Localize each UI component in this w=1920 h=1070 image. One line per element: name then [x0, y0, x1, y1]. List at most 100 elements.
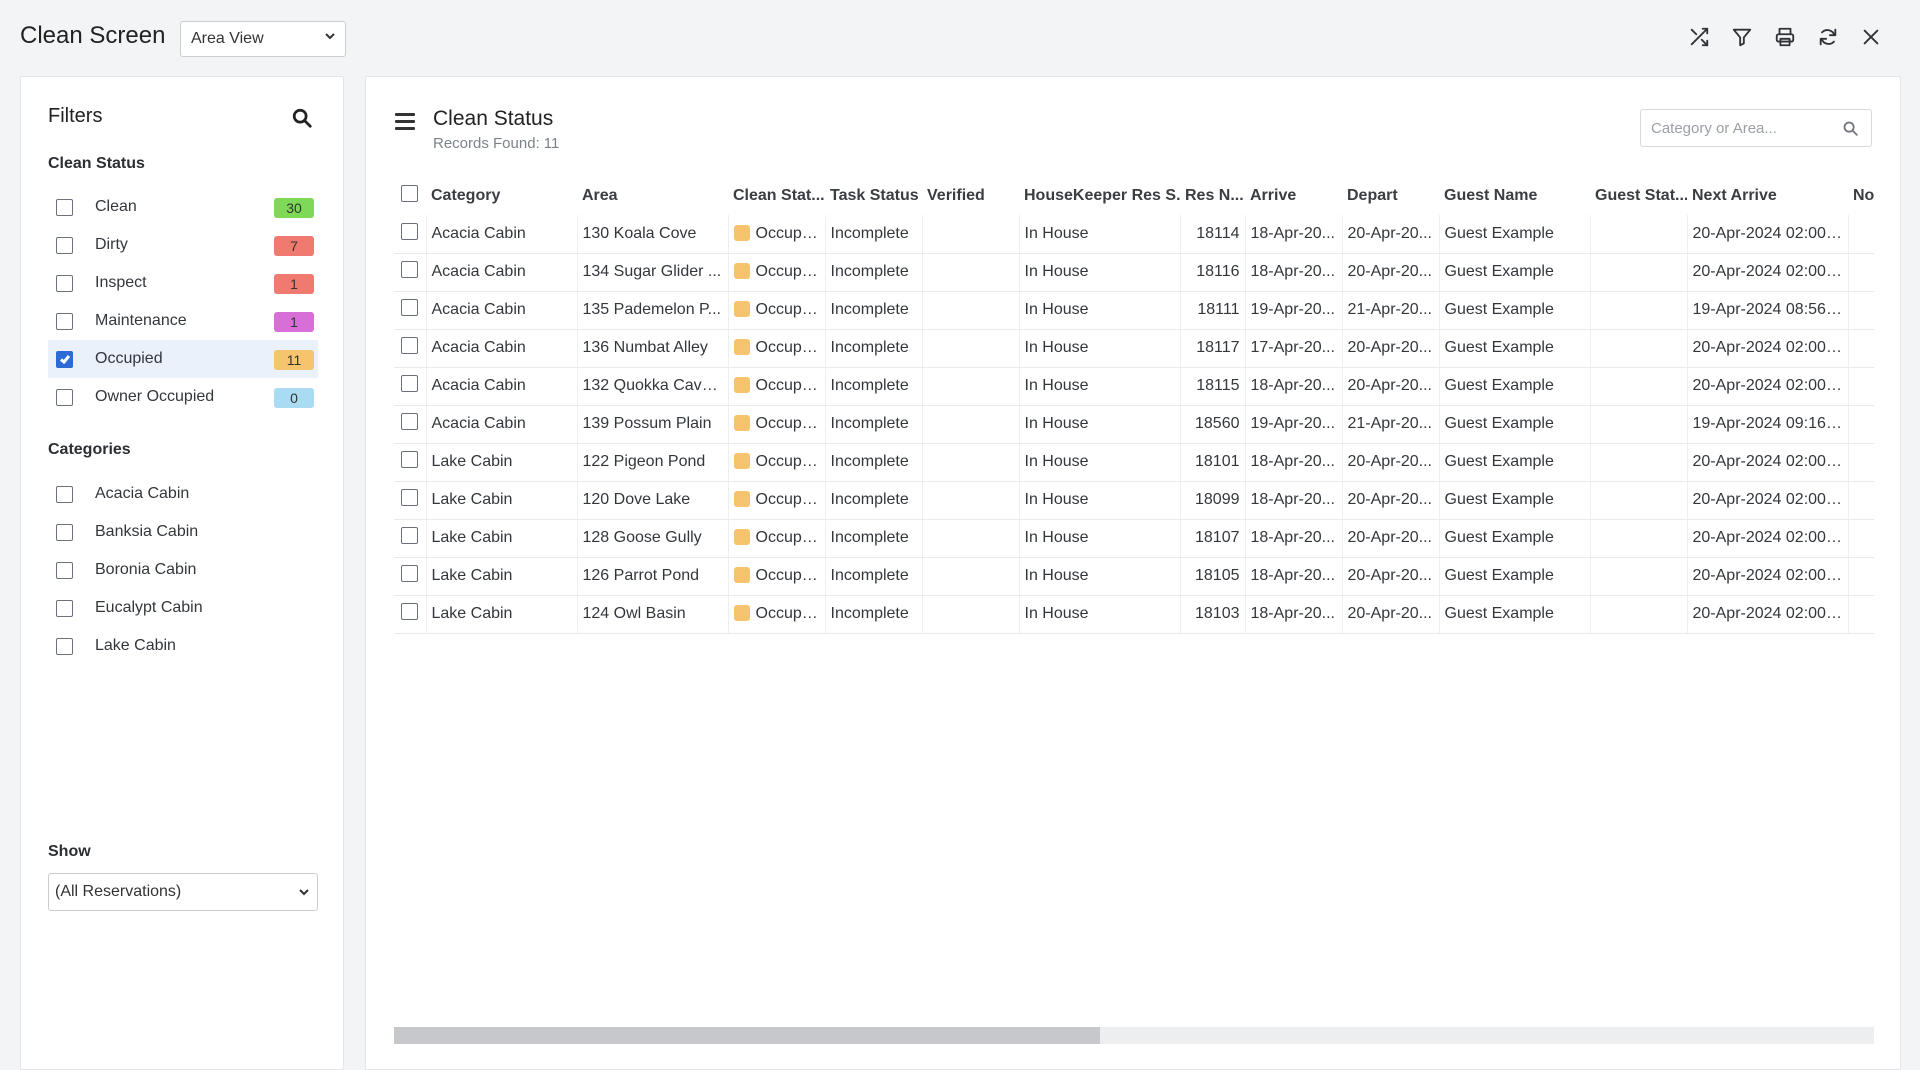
table-row[interactable]: Lake Cabin 128 Goose Gully Occupied Incompl… [394, 519, 1874, 558]
row-checkbox[interactable] [401, 337, 418, 354]
clean-status-item[interactable]: Occupied 11 [48, 340, 318, 378]
cell-arrive: 18-Apr-20... [1244, 367, 1342, 406]
checkbox[interactable] [56, 561, 73, 579]
checkbox[interactable] [56, 312, 73, 330]
cell-no [1847, 329, 1874, 368]
row-checkbox[interactable] [401, 222, 418, 240]
table-row[interactable]: Acacia Cabin 135 Pademelon P... Occupied In… [394, 291, 1874, 330]
table-row[interactable]: Lake Cabin 124 Owl Basin Occupied Incomplet… [394, 595, 1874, 634]
table-row[interactable]: Lake Cabin 120 Dove Lake Occupied Incomplet… [394, 481, 1874, 520]
checkbox[interactable] [56, 198, 73, 216]
row-checkbox[interactable] [401, 375, 418, 392]
cell-guest-status [1589, 291, 1687, 330]
filter-button[interactable] [1729, 22, 1755, 52]
row-checkbox[interactable] [401, 261, 418, 278]
row-select-cell [394, 557, 426, 596]
shuffle-button[interactable] [1686, 22, 1712, 52]
print-button[interactable] [1772, 22, 1798, 52]
row-checkbox[interactable] [401, 527, 418, 544]
checkbox[interactable] [56, 236, 73, 254]
row-checkbox[interactable] [401, 451, 418, 468]
clean-status-item[interactable]: Dirty 7 [48, 226, 318, 264]
category-label: Acacia Cabin [95, 485, 190, 502]
cell-clean-status: Occupied [727, 405, 825, 444]
cell-res-no: 18116 [1179, 253, 1245, 292]
category-item[interactable]: Lake Cabin [48, 627, 318, 665]
clean-status-label: Occupied [95, 350, 163, 367]
close-button[interactable] [1858, 22, 1884, 52]
select-all-checkbox[interactable] [401, 185, 418, 202]
column-header[interactable]: Verified [922, 177, 1019, 215]
column-header[interactable]: No [1848, 177, 1874, 215]
column-header[interactable]: Next Arrive [1687, 177, 1848, 215]
scrollbar-thumb[interactable] [394, 1027, 1100, 1044]
view-select[interactable]: Area View [180, 21, 346, 57]
row-checkbox[interactable] [401, 413, 418, 430]
cell-arrive: 19-Apr-20... [1244, 405, 1342, 444]
checkbox[interactable] [56, 485, 73, 503]
table-row[interactable]: Acacia Cabin 136 Numbat Alley Occupied Inco… [394, 329, 1874, 368]
horizontal-scrollbar[interactable] [394, 1027, 1874, 1044]
category-label: Boronia Cabin [95, 561, 197, 578]
table-row[interactable]: Acacia Cabin 132 Quokka Cavern Occupied Inc… [394, 367, 1874, 406]
main-panel: Clean Status Records Found:11 Category A… [365, 76, 1901, 1070]
column-header[interactable]: Guest Stat... [1590, 177, 1687, 215]
refresh-button[interactable] [1815, 22, 1841, 52]
filter-icon [1732, 28, 1752, 47]
cell-hk-res-status: In House [1018, 291, 1180, 330]
checkbox[interactable] [56, 350, 73, 368]
cell-verified [921, 329, 1019, 368]
checkbox[interactable] [56, 274, 73, 292]
column-header[interactable]: Arrive [1245, 177, 1342, 215]
cell-verified [921, 481, 1019, 520]
category-item[interactable]: Banksia Cabin [48, 513, 318, 551]
count-badge: 1 [274, 312, 314, 332]
row-checkbox[interactable] [401, 489, 418, 506]
category-item[interactable]: Boronia Cabin [48, 551, 318, 589]
cell-area: 128 Goose Gully [576, 519, 728, 558]
category-item[interactable]: Eucalypt Cabin [48, 589, 318, 627]
clean-status-text: Occupied [755, 529, 824, 546]
cell-task-status: Incomplete [824, 557, 922, 596]
table-row[interactable]: Lake Cabin 122 Pigeon Pond Occupied Incompl… [394, 443, 1874, 482]
table-row[interactable]: Acacia Cabin 130 Koala Cove Occupied Incomp… [394, 215, 1874, 254]
clean-status-item[interactable]: Clean 30 [48, 188, 318, 226]
column-header[interactable]: HouseKeeper Res S... [1019, 177, 1180, 215]
column-header[interactable]: Clean Stat... [728, 177, 825, 215]
cell-guest-status [1589, 481, 1687, 520]
checkbox[interactable] [56, 388, 73, 406]
hamburger-menu-icon[interactable] [395, 113, 415, 131]
checkbox[interactable] [56, 523, 73, 541]
column-header[interactable]: Category [426, 177, 577, 215]
cell-clean-status: Occupied [727, 557, 825, 596]
column-header[interactable]: Area [577, 177, 728, 215]
clean-status-item[interactable]: Inspect 1 [48, 264, 318, 302]
search-icon[interactable] [291, 107, 313, 129]
checkbox[interactable] [56, 599, 73, 617]
cell-depart: 21-Apr-20... [1341, 405, 1439, 444]
category-item[interactable]: Acacia Cabin [48, 475, 318, 513]
checkbox[interactable] [56, 637, 73, 655]
row-checkbox[interactable] [401, 565, 418, 582]
row-checkbox[interactable] [401, 603, 418, 620]
column-header[interactable]: Res N... [1180, 177, 1245, 215]
table-row[interactable]: Acacia Cabin 139 Possum Plain Occupied Inco… [394, 405, 1874, 444]
show-select[interactable]: (All Reservations) [48, 873, 318, 911]
cell-res-no: 18111 [1179, 291, 1245, 330]
clean-status-item[interactable]: Maintenance 1 [48, 302, 318, 340]
table-row[interactable]: Acacia Cabin 134 Sugar Glider ... Occupied… [394, 253, 1874, 292]
cell-no [1847, 443, 1874, 482]
search-icon[interactable] [1842, 120, 1859, 137]
cell-area: 134 Sugar Glider ... [576, 253, 728, 292]
clean-status-item[interactable]: Owner Occupied 0 [48, 378, 318, 416]
table-row[interactable]: Lake Cabin 126 Parrot Pond Occupied Incompl… [394, 557, 1874, 596]
close-icon [1863, 29, 1879, 45]
shuffle-icon [1690, 27, 1709, 47]
column-header[interactable]: Guest Name [1439, 177, 1590, 215]
cell-no [1847, 481, 1874, 520]
column-header[interactable]: Task Status [825, 177, 922, 215]
search-input[interactable] [1649, 111, 1839, 145]
column-header[interactable]: Depart [1342, 177, 1439, 215]
cell-next-arrive: 20-Apr-2024 02:00 ... [1686, 215, 1848, 254]
row-checkbox[interactable] [401, 299, 418, 316]
